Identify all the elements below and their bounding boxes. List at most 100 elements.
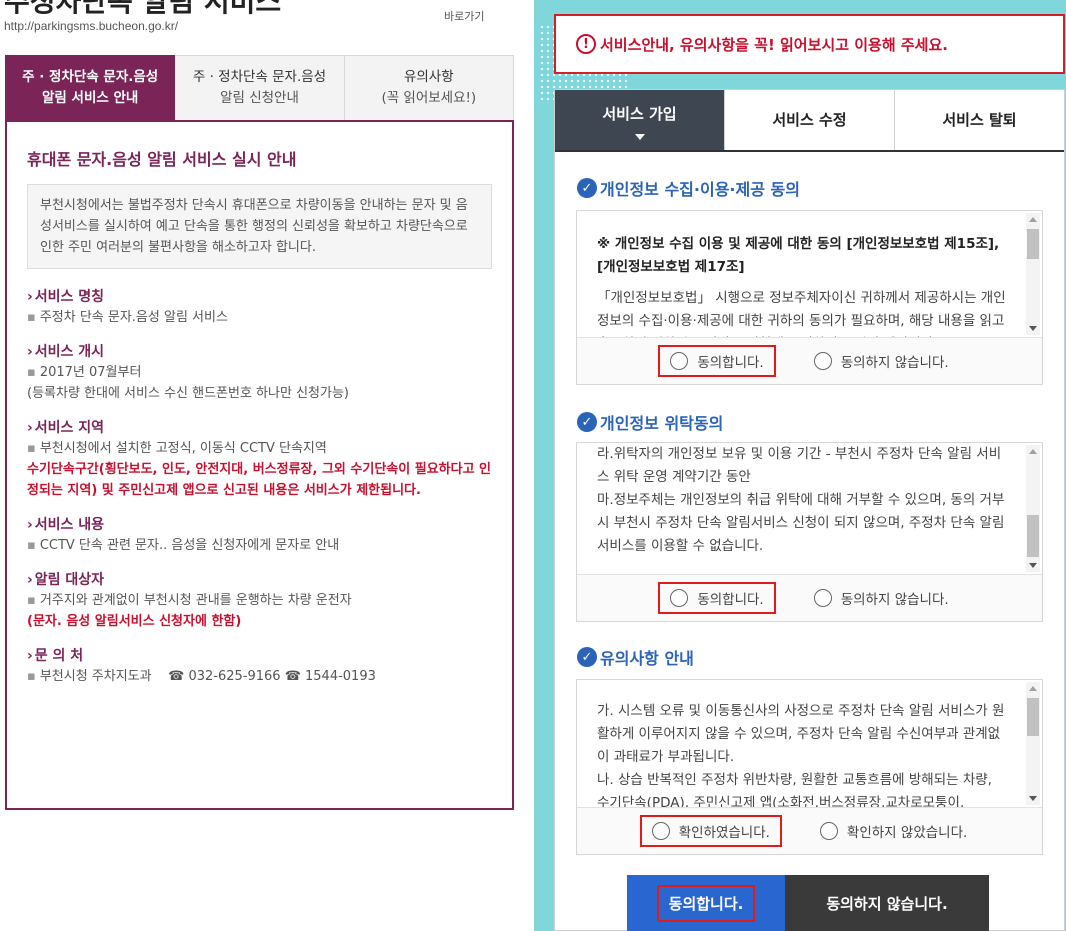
tab-subscribe[interactable]: 서비스 가입 [555,90,725,150]
section-heading: › 알림 대상자 [27,572,105,588]
check-circle-icon: ✓ [577,178,597,198]
section-heading: › 서비스 명칭 [27,289,105,305]
warning-notice: ! 서비스안내, 유의사항을 꼭! 읽어보시고 이용해 주세요. [554,14,1065,74]
chevron-right-icon: › [27,420,33,436]
consent-heading: ※ 개인정보 수집 이용 및 제공에 대한 동의 [개인정보보호법 제15조],… [597,236,1000,275]
disagree-button[interactable]: 동의하지 않습니다. [785,875,989,931]
tab-line1: 주 · 정차단속 문자.음성 [22,69,159,85]
consent-options: 동의합니다. 동의하지 않습니다. [577,338,1042,384]
radio-circle-icon [813,589,832,607]
section-heading: › 문 의 처 [27,648,84,664]
section-text: ▪ 거주지와 관계없이 부천시청 관내를 운행하는 차량 운전자 [27,593,352,608]
signup-tabs: 서비스 가입 서비스 수정 서비스 탈퇴 [555,90,1064,152]
caret-down-icon [634,134,645,140]
phone-1: ☎ 032-625-9166 [168,669,281,684]
radio-circle-icon [813,352,832,370]
chevron-right-icon: › [27,517,33,533]
scrollbar[interactable] [1026,682,1040,805]
precautions-text: 가. 시스템 오류 및 이동통신사의 사정으로 주정차 단속 알림 서비스가 원… [597,703,1005,808]
site-url[interactable]: http://parkingsms.bucheon.go.kr/ [4,19,178,33]
divider [520,0,534,931]
page-title: 주정차단속 알림 서비스 [4,0,282,18]
tab-application-info[interactable]: 주 · 정차단속 문자.음성 알림 신청안내 [175,55,345,121]
scroll-thumb [1027,229,1039,259]
tab-line2: 알림 서비스 안내 [41,90,139,106]
section-text: ▪ 2017년 07월부터 [27,365,142,380]
info-tabs: 주 · 정차단속 문자.음성 알림 서비스 안내 주 · 정차단속 문자.음성 … [5,55,514,121]
section-service-start: › 서비스 개시 ▪ 2017년 07월부터 (등록차량 한대에 서비스 수신 핸드… [27,342,492,404]
scrollbar[interactable] [1026,213,1040,335]
tab-service-info[interactable]: 주 · 정차단속 문자.음성 알림 서비스 안내 [5,55,176,121]
scroll-up-icon [1029,217,1037,222]
scroll-up-icon [1029,449,1037,454]
chevron-right-icon: › [27,572,33,588]
radio-circle-icon [819,822,838,840]
scroll-down-icon [1029,563,1037,568]
scrollbar[interactable] [1026,445,1040,572]
scroll-down-icon [1029,326,1037,331]
precautions-box: 가. 시스템 오류 및 이동통신사의 사정으로 주정차 단속 알림 서비스가 원… [576,679,1043,855]
precautions-scroll[interactable]: 가. 시스템 오류 및 이동통신사의 사정으로 주정차 단속 알림 서비스가 원… [577,680,1042,808]
action-buttons: 동의합니다. 동의하지 않습니다. [627,875,989,931]
confirm-radio[interactable]: 확인하였습니다. [639,815,782,847]
tab-precautions[interactable]: 유의사항 (꼭 읽어보세요!) [344,55,514,121]
privacy-consent-box: ※ 개인정보 수집 이용 및 제공에 대한 동의 [개인정보보호법 제15조],… [576,210,1043,385]
radio-circle-icon [670,352,689,370]
section-heading: › 서비스 개시 [27,344,105,360]
service-info-content: 휴대폰 문자.음성 알림 서비스 실시 안내 부천시청에서는 불법주정차 단속시… [5,120,514,810]
check-circle-icon: ✓ [577,647,597,667]
check-circle-icon: ✓ [577,412,597,432]
scroll-thumb [1027,515,1039,557]
entrust-consent-scroll[interactable]: 라.위탁자의 개인정보 보유 및 이용 기간 - 부천시 주정차 단속 알림 서… [577,443,1042,575]
info-pane: 주정차단속 알림 서비스 바로가기 http://parkingsms.buch… [0,0,520,931]
radio-circle-icon [651,822,670,840]
privacy-consent-scroll[interactable]: ※ 개인정보 수집 이용 및 제공에 대한 동의 [개인정보보호법 제15조],… [577,211,1042,338]
section-target: › 알림 대상자 ▪ 거주지와 관계없이 부천시청 관내를 운행하는 차량 운전자 … [27,570,492,632]
tab-line2: 알림 신청안내 [220,90,299,106]
section-service-name: › 서비스 명칭 ▪ 주정차 단속 문자.음성 알림 서비스 [27,287,492,328]
section-contact: › 문 의 처 ▪ 부천시청 주차지도과 ☎ 032-625-9166 ☎ 1544… [27,646,492,687]
target-notice: (문자. 음성 알림서비스 신청자에 한함) [27,614,242,629]
tab-line1: 주 · 정차단속 문자.음성 [192,69,327,85]
not-confirm-radio[interactable]: 확인하지 않았습니다. [810,817,977,845]
entrust-text: 라.위탁자의 개인정보 보유 및 이용 기간 - 부천시 주정차 단속 알림 서… [597,446,1005,554]
section-heading: › 서비스 지역 [27,420,105,436]
phone-2: ☎ 1544-0193 [284,669,376,684]
exclamation-icon: ! [576,34,596,54]
section-heading: › 서비스 내용 [27,517,105,533]
precautions-options: 확인하였습니다. 확인하지 않았습니다. [577,808,1042,854]
entrust-consent-box: 라.위탁자의 개인정보 보유 및 이용 기간 - 부천시 주정차 단속 알림 서… [576,442,1043,622]
tab-modify[interactable]: 서비스 수정 [725,90,895,150]
chevron-right-icon: › [27,344,33,360]
disagree-radio[interactable]: 동의하지 않습니다. [804,584,959,612]
section-text: ▪ 부천시청에서 설치한 고정식, 이동식 CCTV 단속지역 [27,441,327,456]
scroll-down-icon [1029,796,1037,801]
chevron-right-icon: › [27,648,33,664]
section-service-content: › 서비스 내용 ▪ CCTV 단속 관련 문자.. 음성을 신청자에게 문자로 안… [27,515,492,556]
agree-radio[interactable]: 동의합니다. [658,582,776,614]
section-service-area: › 서비스 지역 ▪ 부천시청에서 설치한 고정식, 이동식 CCTV 단속지역 수… [27,418,492,501]
section-text: ▪ 부천시청 주차지도과 ☎ 032-625-9166 ☎ 1544-0193 [27,669,376,684]
signup-pane: ! 서비스안내, 유의사항을 꼭! 읽어보시고 이용해 주세요. 서비스 가입 … [534,0,1066,931]
disagree-radio[interactable]: 동의하지 않습니다. [804,347,959,375]
entrust-options: 동의합니다. 동의하지 않습니다. [577,575,1042,621]
tab-line2: (꼭 읽어보세요!) [381,90,477,106]
chevron-right-icon: › [27,289,33,305]
consent-text: 「개인정보보호법」 시행으로 정보주체자이신 귀하께서 제공하시는 개인정보의 … [597,290,1006,337]
content-title: 휴대폰 문자.음성 알림 서비스 실시 안내 [27,150,297,169]
goto-link[interactable]: 바로가기 [444,8,484,24]
restriction-notice: 수기단속구간(횡단보도, 인도, 안전지대, 버스정류장, 그외 수기단속이 필… [27,462,492,498]
section-text-note: (등록차량 한대에 서비스 수신 핸드폰번호 하나만 신청가능) [27,386,349,401]
privacy-consent-title: ✓ 개인정보 수집·이용·제공 동의 [577,176,800,200]
tab-withdraw[interactable]: 서비스 탈퇴 [895,90,1064,150]
scroll-thumb [1027,698,1039,736]
section-text: ▪ 주정차 단속 문자.음성 알림 서비스 [27,310,228,325]
precautions-title: ✓ 유의사항 안내 [577,645,694,669]
tab-line1: 유의사항 [403,69,454,85]
section-text: ▪ CCTV 단속 관련 문자.. 음성을 신청자에게 문자로 안내 [27,538,340,553]
agree-radio[interactable]: 동의합니다. [658,345,776,377]
agree-button[interactable]: 동의합니다. [627,875,785,931]
entrust-consent-title: ✓ 개인정보 위탁동의 [577,410,723,434]
intro-text: 부천시청에서는 불법주정차 단속시 휴대폰으로 차량이동을 안내하는 문자 및 … [27,184,492,269]
signup-panel: 서비스 가입 서비스 수정 서비스 탈퇴 ✓ 개인정보 수집·이용·제공 동의 … [554,89,1065,931]
